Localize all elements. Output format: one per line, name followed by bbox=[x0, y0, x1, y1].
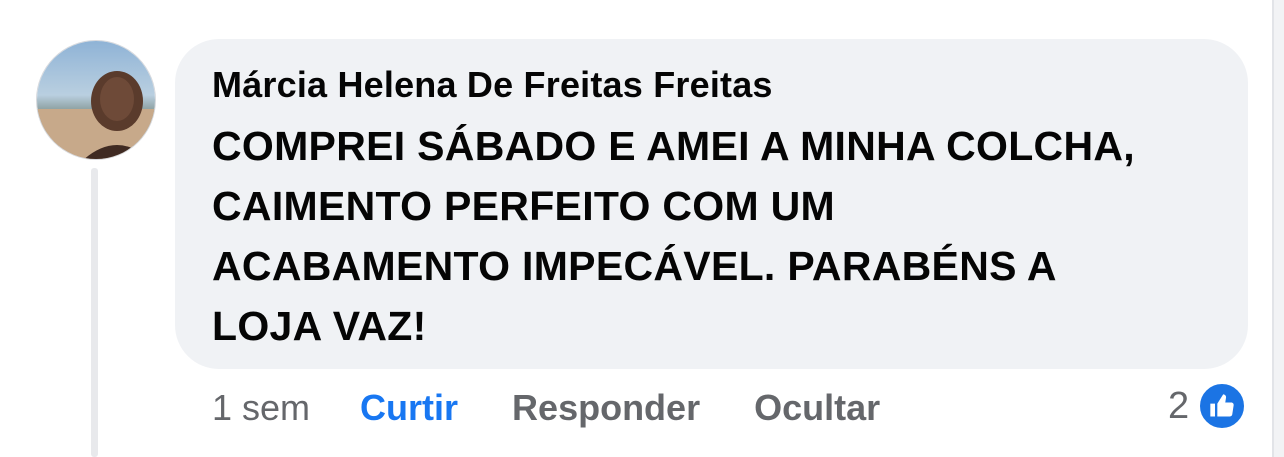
avatar[interactable] bbox=[36, 40, 156, 160]
comment-screen: Márcia Helena De Freitas Freitas COMPREI… bbox=[0, 0, 1284, 457]
comment-text: COMPREI SÁBADO E AMEI A MINHA COLCHA, CA… bbox=[212, 123, 1135, 349]
reply-button[interactable]: Responder bbox=[512, 387, 700, 429]
like-button[interactable]: Curtir bbox=[360, 387, 458, 429]
reply-thread-line bbox=[91, 168, 98, 457]
comment-author[interactable]: Márcia Helena De Freitas Freitas bbox=[212, 64, 773, 106]
comment-timestamp[interactable]: 1 sem bbox=[212, 387, 310, 429]
reaction-count: 2 bbox=[1168, 384, 1190, 427]
comment-actions: 1 sem Curtir Responder Ocultar bbox=[212, 386, 880, 430]
reaction-summary[interactable]: 2 bbox=[1168, 381, 1248, 431]
profile-photo-icon bbox=[37, 41, 155, 159]
thumbs-up-icon bbox=[1197, 381, 1248, 431]
scrollbar-edge[interactable] bbox=[1272, 0, 1284, 457]
hide-button[interactable]: Ocultar bbox=[754, 387, 880, 429]
